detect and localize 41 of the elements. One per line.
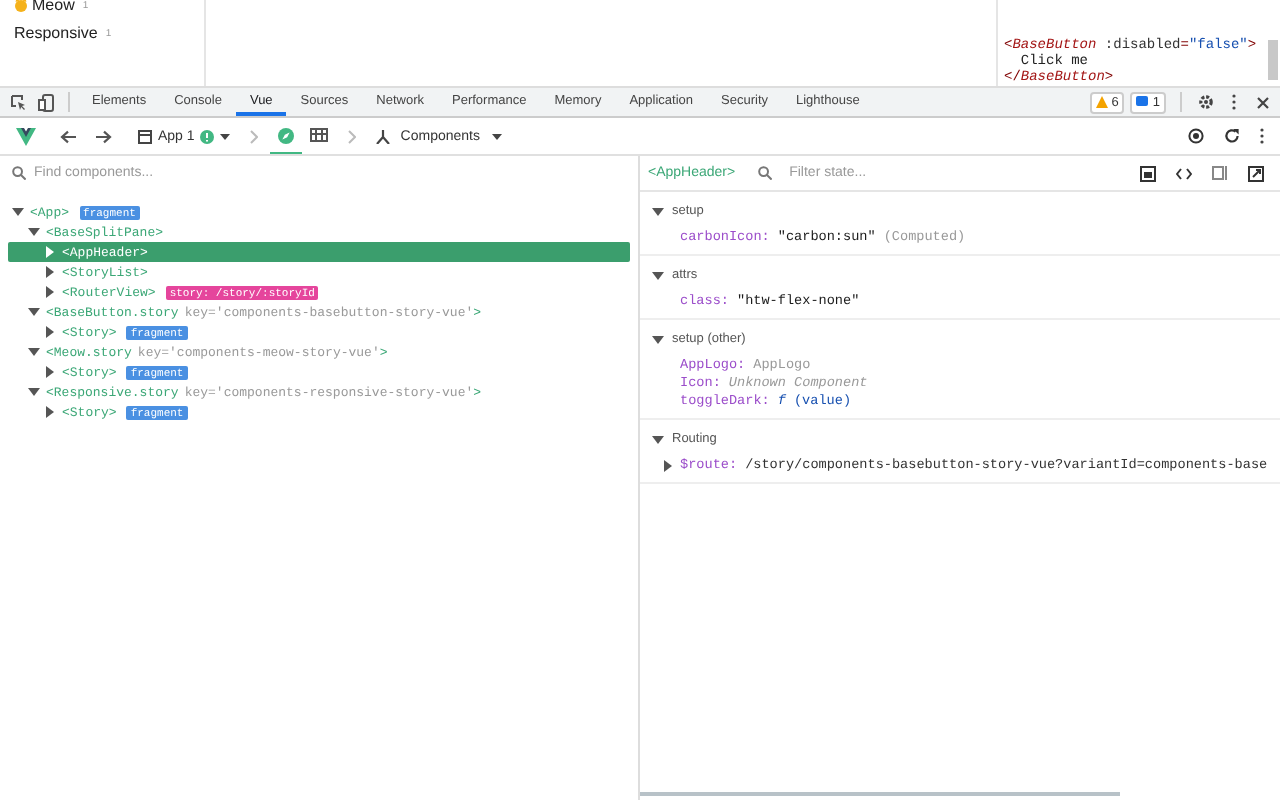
info-icon [200, 129, 215, 143]
scrollbar[interactable] [1268, 40, 1278, 80]
collapse-caret-icon[interactable] [28, 386, 40, 398]
vue-logo-icon[interactable] [16, 127, 36, 145]
code-icon[interactable] [1176, 167, 1192, 179]
collapse-caret-icon[interactable] [652, 269, 664, 281]
story-label[interactable]: Responsive [14, 24, 98, 42]
timeline-icon [310, 128, 329, 142]
collapse-caret-icon[interactable] [652, 333, 664, 345]
collapse-caret-icon[interactable] [28, 306, 40, 318]
open-in-editor-icon[interactable] [1248, 165, 1264, 181]
device-toolbar-icon[interactable] [38, 93, 54, 111]
target-icon[interactable] [1188, 128, 1204, 144]
tree-icon [376, 129, 391, 143]
inspect-element-icon[interactable] [10, 94, 26, 110]
settings-icon[interactable] [1198, 94, 1214, 110]
window-icon [138, 129, 152, 143]
collapse-caret-icon[interactable] [652, 433, 664, 445]
horizontal-scrollbar[interactable] [640, 792, 1120, 796]
inspect-dom-icon[interactable] [1212, 166, 1228, 180]
search-icon [12, 166, 26, 180]
close-icon[interactable] [1256, 95, 1270, 109]
expand-caret-icon[interactable] [44, 326, 56, 338]
chevron-icon [250, 129, 259, 143]
expand-caret-icon[interactable] [44, 406, 56, 418]
refresh-icon[interactable] [1224, 128, 1240, 144]
expand-caret-icon[interactable] [44, 366, 56, 378]
collapse-caret-icon[interactable] [652, 205, 664, 217]
caret-icon [492, 133, 502, 139]
scroll-to-component-icon[interactable] [1140, 165, 1156, 181]
chevron-icon [348, 129, 357, 143]
forward-arrow-icon[interactable] [96, 129, 112, 143]
cat-face-icon [14, 0, 28, 12]
warning-icon [1095, 96, 1108, 108]
caret-icon [220, 133, 231, 139]
collapse-caret-icon[interactable] [28, 346, 40, 358]
back-arrow-icon[interactable] [60, 129, 76, 143]
message-icon [1136, 96, 1149, 108]
search-icon [757, 166, 772, 180]
expand-caret-icon[interactable] [662, 459, 674, 471]
compass-icon [278, 127, 295, 143]
